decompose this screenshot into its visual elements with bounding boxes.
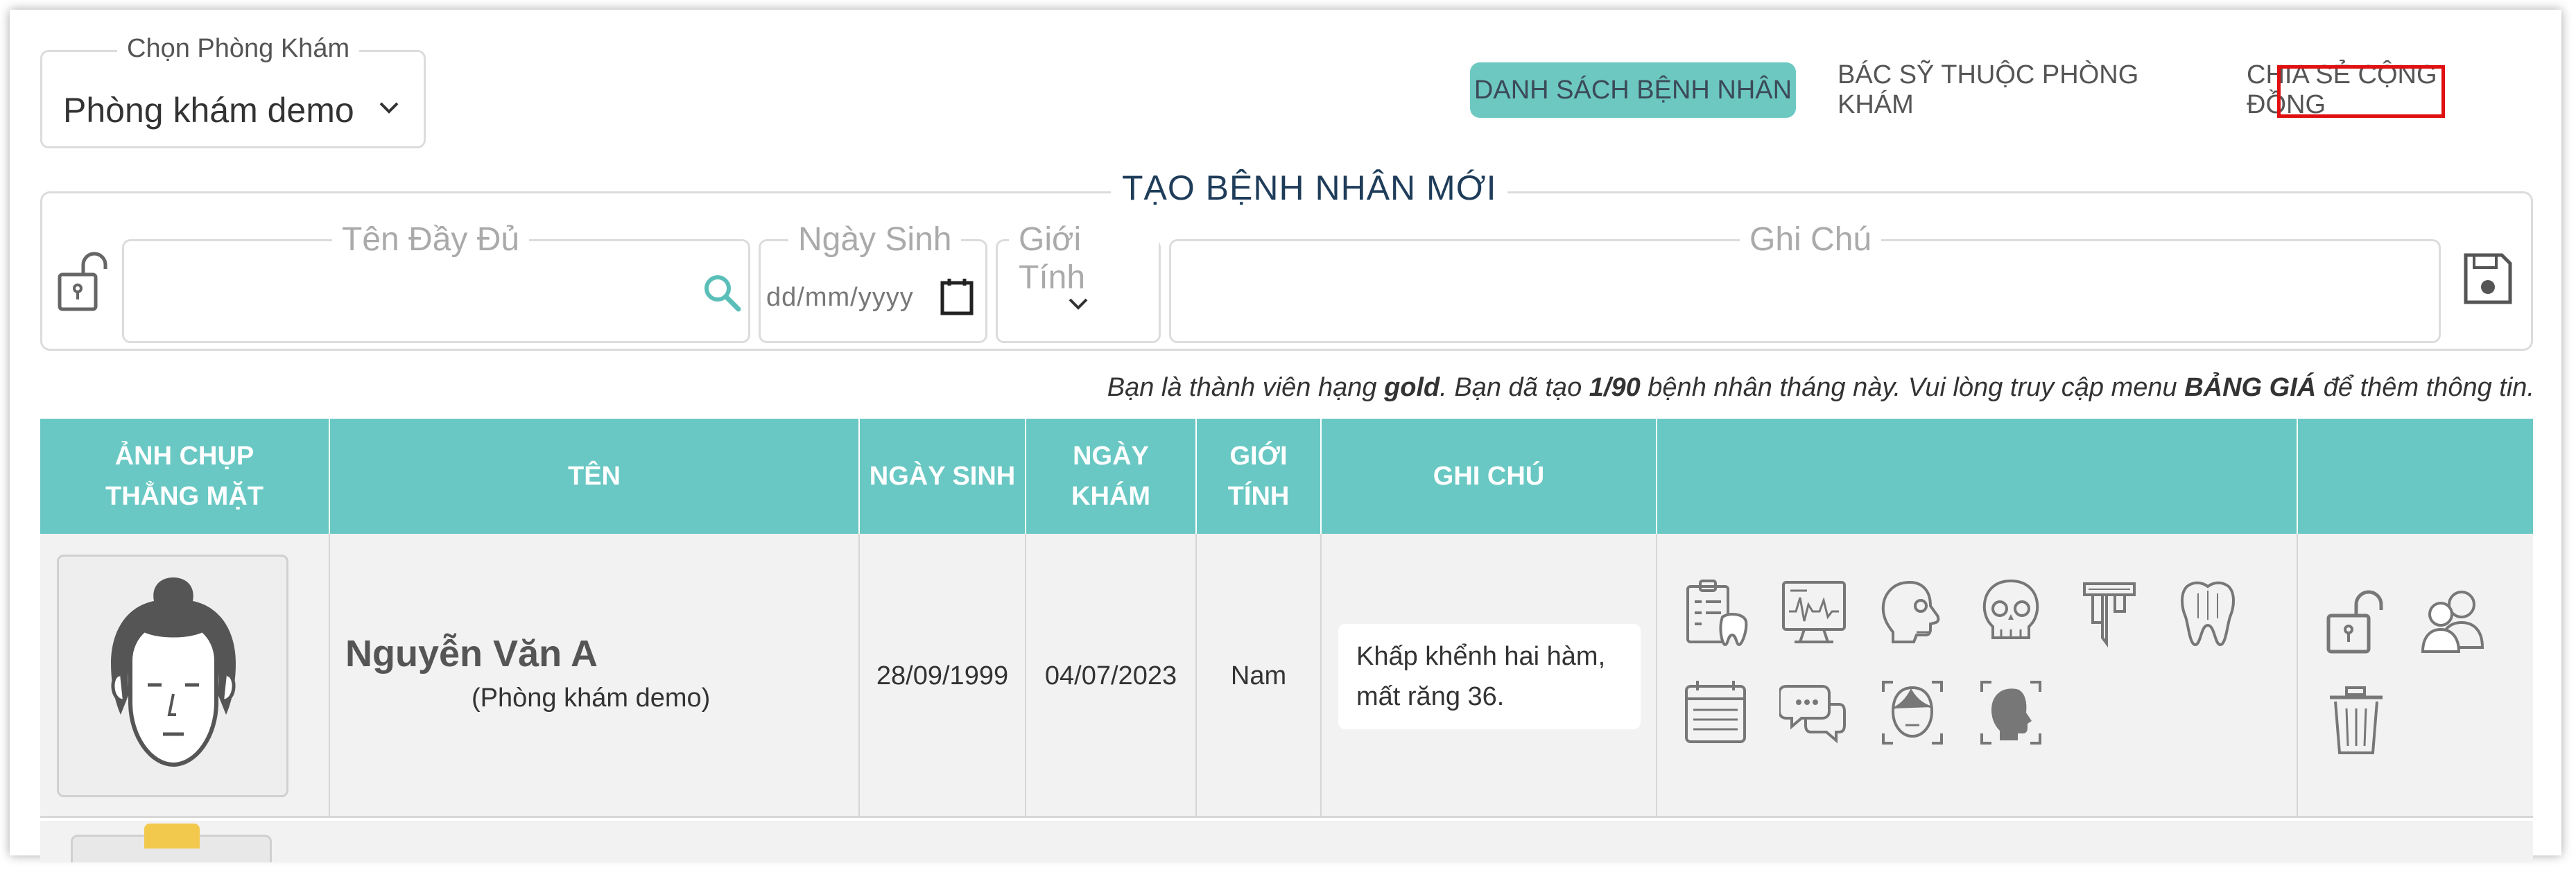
full-name-label: Tên Đầy Đủ [332,220,530,259]
trash-icon[interactable] [2323,685,2389,757]
note-field[interactable]: Ghi Chú [1169,220,2441,343]
col-header-name: TÊN [330,419,860,534]
full-name-field[interactable]: Tên Đầy Đủ [122,220,750,343]
tools-cell [1657,534,2298,818]
birth-cell: 28/09/1999 [860,534,1026,818]
membership-notice: Bạn là thành viên hạng gold. Bạn dã tạo … [1107,373,2534,403]
notice-tier: gold [1384,373,1440,402]
calendar-icon[interactable] [1681,677,1750,749]
unlock-icon[interactable] [55,244,111,313]
xray-monitor-icon[interactable] [1779,577,1849,649]
birth-date-placeholder: dd/mm/yyyy [766,283,914,312]
create-patient-title: TẠO BỆNH NHÂN MỚI [1111,168,1508,208]
skull-front-icon[interactable] [1976,577,2046,649]
table-header: ẢNH CHỤP THẲNG MẶT TÊN NGÀY SINH NGÀY KH… [40,419,2533,534]
visit-cell: 04/07/2023 [1026,534,1197,818]
note-label: Ghi Chú [1740,220,1882,259]
highlight-annotation [2277,65,2445,118]
actions-cell [2298,534,2533,818]
search-icon[interactable] [701,272,743,313]
notice-count: 1/90 [1589,373,1641,402]
profile-scan-icon[interactable] [1976,677,2046,749]
birth-date-field[interactable]: Ngày Sinh dd/mm/yyyy [759,220,987,343]
calendar-icon[interactable] [938,276,976,317]
note-cell: Khấp khểnh hai hàm, mất răng 36. [1322,534,1657,818]
caliper-icon[interactable] [2075,577,2144,649]
notice-text: . Bạn dã tạo [1440,373,1589,402]
patient-clinic: (Phòng khám demo) [472,684,711,713]
gender-label: Giới Tính [1009,220,1159,297]
col-header-birth: NGÀY SINH [860,419,1026,534]
notice-menu: BẢNG GIÁ [2184,373,2317,402]
face-scan-icon[interactable] [1878,677,1947,749]
share-users-icon[interactable] [2420,584,2487,656]
tab-patient-list[interactable]: DANH SÁCH BỆNH NHÂN [1470,62,1796,118]
gender-select[interactable]: Giới Tính [996,220,1161,343]
birth-date-label: Ngày Sinh [788,220,962,259]
notice-text: bệnh nhân tháng này. Vui lòng truy cập m… [1640,373,2185,402]
col-header-gender: GIỚI TÍNH [1197,419,1322,534]
tab-clinic-doctors[interactable]: BÁC SỸ THUỘC PHÒNG KHÁM [1838,60,2198,119]
col-header-actions [2298,419,2533,534]
clinic-select[interactable]: Chọn Phòng Khám Phòng khám demo [40,34,426,148]
face-placeholder-icon [111,577,236,767]
patient-name[interactable]: Nguyễn Văn A [345,632,598,675]
col-header-photo: ẢNH CHỤP THẲNG MẶT [40,419,330,534]
col-header-visit: NGÀY KHÁM [1026,419,1197,534]
gender-cell: Nam [1197,534,1322,818]
col-header-tools [1657,419,2298,534]
notice-text: Bạn là thành viên hạng [1107,373,1385,402]
table-row[interactable] [40,821,2533,862]
save-icon[interactable] [2462,251,2514,306]
skull-side-icon[interactable] [1878,577,1947,649]
clinic-select-label: Chọn Phòng Khám [117,34,360,64]
notice-text: để thêm thông tin. [2316,373,2534,402]
chevron-down-icon [1069,298,1088,310]
photo-cell [40,534,330,818]
clinic-select-value: Phòng khám demo [63,91,354,130]
patient-note: Khấp khểnh hai hàm, mất răng 36. [1338,624,1641,729]
chat-icon[interactable] [1779,677,1849,749]
chevron-down-icon [379,102,399,114]
table-row[interactable]: Nguyễn Văn A (Phòng khám demo) 28/09/199… [40,534,2533,818]
avatar[interactable] [57,555,288,797]
dental-chart-icon[interactable] [1681,577,1750,649]
status-badge [144,824,200,849]
tooth-icon[interactable] [2173,577,2242,649]
col-header-note: GHI CHÚ [1322,419,1657,534]
unlock-icon[interactable] [2323,584,2389,656]
name-cell: Nguyễn Văn A (Phòng khám demo) [330,534,860,818]
